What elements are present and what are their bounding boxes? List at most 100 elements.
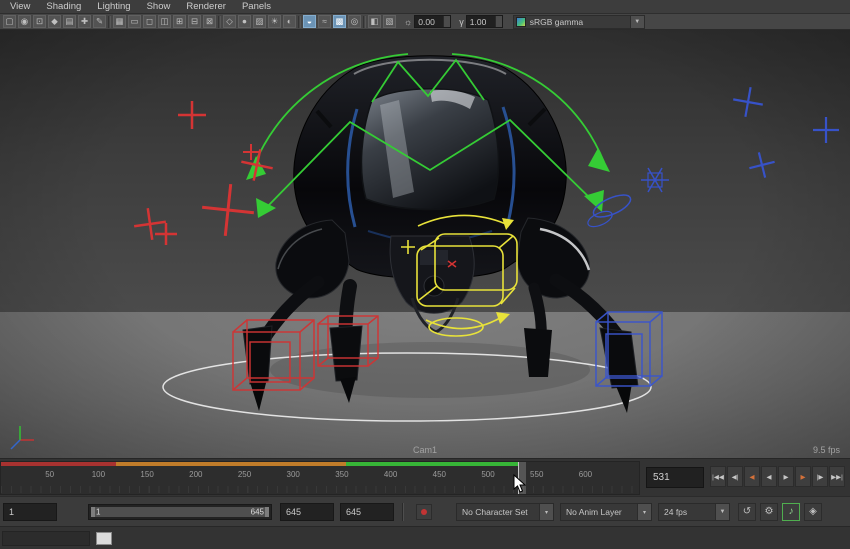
timeline-tick: 350	[335, 470, 348, 479]
lock-camera-icon[interactable]: ◉	[18, 15, 31, 28]
fps-dropdown[interactable]: 24 fps ▼	[658, 503, 730, 521]
go-to-start-button[interactable]: |◀◀	[710, 466, 726, 487]
smooth-shade-icon[interactable]: ●	[238, 15, 251, 28]
preferences-icon[interactable]: ⚙	[760, 503, 778, 521]
maya-window: View Shading Lighting Show Renderer Panels ▢◉…	[0, 0, 850, 549]
toolbar-separator-1[interactable]	[108, 16, 111, 28]
lights-icon[interactable]: ☀	[268, 15, 281, 28]
gamma-slider-handle[interactable]	[495, 16, 502, 27]
timeline-tick: 600	[579, 470, 592, 479]
rig-blue-controls[interactable]	[586, 85, 839, 230]
toolbar-separator-2[interactable]	[218, 16, 221, 28]
resolution-gate-icon[interactable]: ◻	[143, 15, 156, 28]
gamma-icon: γ	[459, 17, 464, 27]
toolbar-separator-3[interactable]	[298, 16, 301, 28]
exposure-slider-handle[interactable]	[443, 16, 450, 27]
command-line-input[interactable]	[96, 532, 112, 545]
command-line[interactable]	[2, 531, 90, 546]
panel-menubar: View Shading Lighting Show Renderer Panels	[0, 0, 850, 14]
anim-settings-icon[interactable]: ◈	[804, 503, 822, 521]
fps-label: 9.5 fps	[813, 445, 840, 455]
range-slider[interactable]: 1 645	[88, 504, 272, 520]
viewport-3d[interactable]: Cam1 9.5 fps	[0, 30, 850, 458]
motion-blur-icon[interactable]: ≈	[318, 15, 331, 28]
timeline-tick: 50	[45, 470, 54, 479]
pan-zoom-icon[interactable]: ✚	[78, 15, 91, 28]
camera-attributes-icon[interactable]: ⊡	[33, 15, 46, 28]
animation-start-field[interactable]: 1	[3, 503, 57, 521]
film-gate-icon[interactable]: ▭	[128, 15, 141, 28]
step-forward-key-button[interactable]: ▶	[795, 466, 811, 487]
color-management-icon	[516, 17, 526, 27]
viewport-toolbar: ▢◉⊡◆▤✚✎▦▭◻◫⊞⊟⊠◇●▨☀◐◒≈▩◎◧▧ ☼ 0.00 γ 1.00 …	[0, 14, 850, 30]
current-frame-field[interactable]: 531	[646, 467, 704, 488]
grease-pencil-icon[interactable]: ✎	[93, 15, 106, 28]
image-plane-icon[interactable]: ▤	[63, 15, 76, 28]
view-transform-value: sRGB gamma	[530, 17, 583, 27]
play-forward-button[interactable]: ▶	[778, 466, 794, 487]
rig-red-controls[interactable]	[132, 101, 276, 245]
field-chart-icon[interactable]: ⊞	[173, 15, 186, 28]
range-end-value: 645	[251, 508, 264, 517]
exposure-field[interactable]: 0.00	[414, 15, 451, 28]
x-ray-icon[interactable]: ▧	[383, 15, 396, 28]
shadows-icon[interactable]: ◐	[283, 15, 296, 28]
wireframe-icon[interactable]: ◇	[223, 15, 236, 28]
timeline-tick: 500	[481, 470, 494, 479]
view-axis-gizmo[interactable]	[11, 426, 34, 449]
go-to-end-button[interactable]: ▶▶|	[829, 466, 845, 487]
grid-icon[interactable]: ▦	[113, 15, 126, 28]
select-camera-icon[interactable]: ▢	[3, 15, 16, 28]
timeline-tick: 300	[287, 470, 300, 479]
screen-space-ao-icon[interactable]: ◒	[303, 15, 316, 28]
divider	[402, 503, 404, 521]
timeline-tick: 450	[433, 470, 446, 479]
timeline-tick: 150	[140, 470, 153, 479]
step-forward-frame-button[interactable]: |▶	[812, 466, 828, 487]
animation-end-field[interactable]: 645	[340, 503, 394, 521]
menu-item[interactable]: Lighting	[97, 1, 130, 12]
toolbar-separator-4[interactable]	[363, 16, 366, 28]
range-slider-handle[interactable]	[91, 507, 269, 517]
play-backward-button[interactable]: ◀	[761, 466, 777, 487]
bookmarks-icon[interactable]: ◆	[48, 15, 61, 28]
range-start-value: 1	[96, 508, 100, 517]
character-set-dropdown[interactable]: No Character Set ▾	[456, 503, 554, 521]
menu-item[interactable]: Show	[147, 1, 171, 12]
menu-item[interactable]: Panels	[242, 1, 271, 12]
menu-item[interactable]: Shading	[46, 1, 81, 12]
time-slider[interactable]: 50100150200250300350400450500550600	[0, 461, 640, 495]
gamma-field[interactable]: 1.00	[466, 15, 503, 28]
chevron-down-icon[interactable]: ▾	[539, 504, 553, 520]
fps-value: 24 fps	[664, 507, 687, 517]
chevron-down-icon[interactable]: ▼	[715, 504, 729, 520]
anim-layer-value: No Anim Layer	[566, 507, 622, 517]
chevron-down-icon[interactable]: ▼	[630, 16, 644, 28]
step-back-frame-button[interactable]: ◀|	[727, 466, 743, 487]
timeline-tick: 200	[189, 470, 202, 479]
anim-layer-dropdown[interactable]: No Anim Layer ▾	[560, 503, 652, 521]
chevron-down-icon[interactable]: ▾	[637, 504, 651, 520]
exposure-icon: ☼	[404, 17, 412, 27]
step-back-key-button[interactable]: ◀	[744, 466, 760, 487]
view-transform-dropdown[interactable]: sRGB gamma ▼	[513, 15, 645, 29]
gamma-value: 1.00	[467, 16, 495, 27]
menu-item[interactable]: View	[10, 1, 30, 12]
menu-item[interactable]: Renderer	[186, 1, 226, 12]
playback-end-field[interactable]: 645	[280, 503, 334, 521]
isolate-select-icon[interactable]: ◧	[368, 15, 381, 28]
audio-toggle-icon[interactable]: ♪	[782, 503, 800, 521]
depth-of-field-icon[interactable]: ◎	[348, 15, 361, 28]
timeline-tick: 250	[238, 470, 251, 479]
safe-action-icon[interactable]: ⊟	[188, 15, 201, 28]
timeline-tick: 400	[384, 470, 397, 479]
playback-loop-icon[interactable]: ↺	[738, 503, 756, 521]
gate-mask-icon[interactable]: ◫	[158, 15, 171, 28]
auto-key-icon[interactable]	[416, 504, 432, 520]
exposure-value: 0.00	[415, 16, 443, 27]
character-set-value: No Character Set	[462, 507, 528, 517]
safe-title-icon[interactable]: ⊠	[203, 15, 216, 28]
timeline-ticks: 50100150200250300350400450500550600	[1, 462, 639, 494]
multisample-icon[interactable]: ▩	[333, 15, 346, 28]
textured-icon[interactable]: ▨	[253, 15, 266, 28]
